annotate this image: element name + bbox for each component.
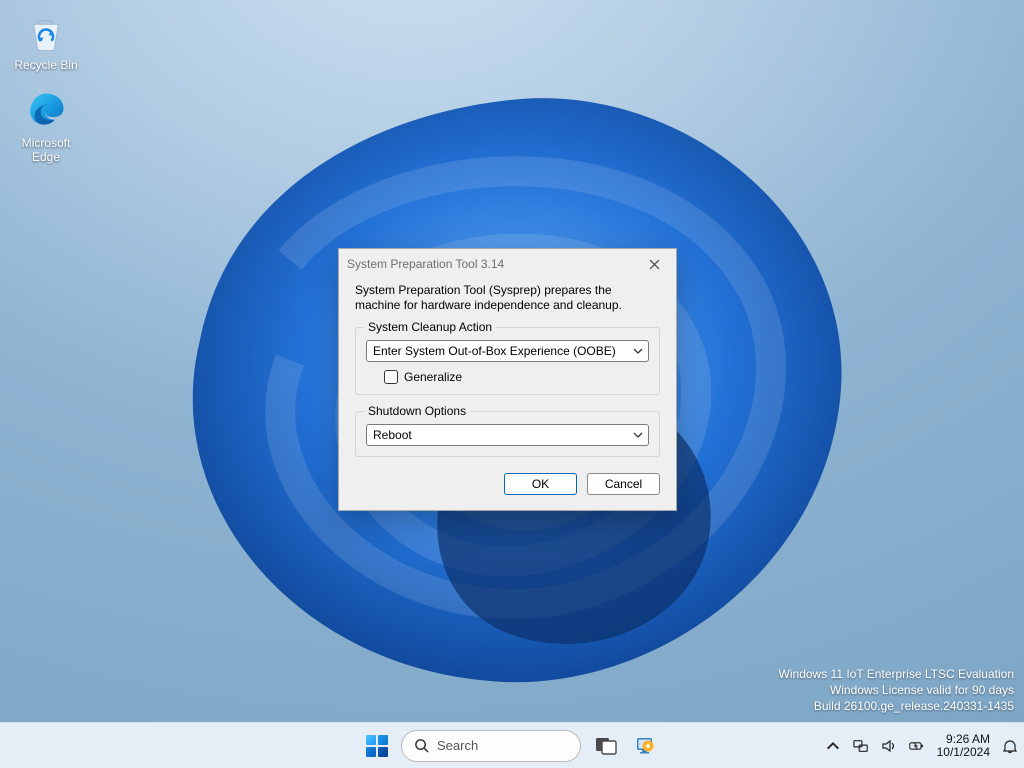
- chevron-up-icon: [825, 738, 841, 754]
- taskbar-clock[interactable]: 9:26 AM 10/1/2024: [937, 733, 990, 759]
- desktop-icon-edge[interactable]: Microsoft Edge: [8, 88, 84, 164]
- bell-icon: [1002, 738, 1018, 754]
- volume-icon: [881, 738, 897, 754]
- checkbox-box: [384, 370, 398, 384]
- tray-notifications[interactable]: [1002, 738, 1018, 754]
- watermark-line: Windows 11 IoT Enterprise LTSC Evaluatio…: [779, 666, 1014, 682]
- taskbar-search[interactable]: Search: [401, 730, 581, 762]
- dialog-title: System Preparation Tool 3.14: [347, 257, 504, 271]
- select-value: Enter System Out-of-Box Experience (OOBE…: [373, 344, 616, 358]
- close-icon: [649, 259, 660, 270]
- battery-plugged-icon: [909, 738, 925, 754]
- chevron-down-icon: [633, 429, 643, 443]
- watermark-line: Windows License valid for 90 days: [779, 682, 1014, 698]
- taskview-icon: [595, 737, 617, 755]
- network-icon: [853, 738, 869, 754]
- close-button[interactable]: [640, 253, 668, 275]
- group-legend: Shutdown Options: [364, 404, 470, 418]
- ok-button[interactable]: OK: [504, 473, 577, 495]
- dialog-description: System Preparation Tool (Sysprep) prepar…: [355, 283, 660, 313]
- desktop-icon-recycle-bin[interactable]: Recycle Bin: [8, 10, 84, 72]
- select-value: Reboot: [373, 428, 412, 442]
- taskbar-app-sysprep[interactable]: [631, 731, 661, 761]
- cancel-button[interactable]: Cancel: [587, 473, 660, 495]
- sysprep-app-icon: [634, 734, 658, 758]
- dialog-titlebar[interactable]: System Preparation Tool 3.14: [339, 249, 676, 279]
- clock-time: 9:26 AM: [937, 733, 990, 746]
- edge-icon: [23, 88, 69, 134]
- group-shutdown-options: Shutdown Options Reboot: [355, 411, 660, 457]
- tray-overflow[interactable]: [825, 738, 841, 754]
- sysprep-dialog: System Preparation Tool 3.14 System Prep…: [338, 248, 677, 511]
- group-system-cleanup: System Cleanup Action Enter System Out-o…: [355, 327, 660, 395]
- taskbar-taskview[interactable]: [591, 731, 621, 761]
- start-button[interactable]: [363, 732, 391, 760]
- tray-network[interactable]: [853, 738, 869, 754]
- chevron-down-icon: [633, 345, 643, 359]
- watermark-line: Build 26100.ge_release.240331-1435: [779, 698, 1014, 714]
- tray-volume[interactable]: [881, 738, 897, 754]
- cleanup-action-select[interactable]: Enter System Out-of-Box Experience (OOBE…: [366, 340, 649, 362]
- watermark: Windows 11 IoT Enterprise LTSC Evaluatio…: [779, 666, 1014, 714]
- search-placeholder: Search: [437, 738, 478, 753]
- clock-date: 10/1/2024: [937, 746, 990, 759]
- shutdown-option-select[interactable]: Reboot: [366, 424, 649, 446]
- generalize-checkbox[interactable]: Generalize: [384, 370, 649, 384]
- desktop-icon-label: Recycle Bin: [8, 58, 84, 72]
- group-legend: System Cleanup Action: [364, 320, 496, 334]
- taskbar: Search: [0, 722, 1024, 768]
- tray-battery[interactable]: [909, 738, 925, 754]
- checkbox-label: Generalize: [404, 370, 462, 384]
- search-icon: [414, 738, 429, 753]
- recycle-bin-icon: [23, 10, 69, 56]
- desktop-icon-label: Microsoft Edge: [8, 136, 84, 164]
